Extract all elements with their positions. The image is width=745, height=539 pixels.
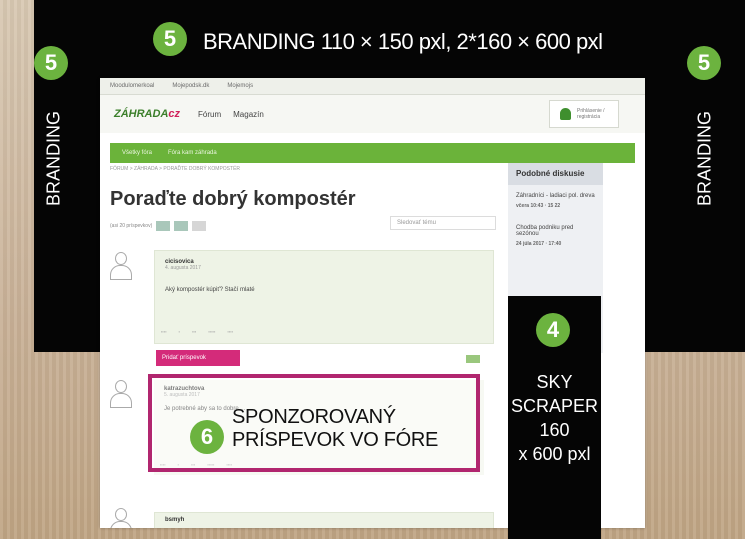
sky-line: x 600 pxl <box>518 444 591 464</box>
avatar <box>108 378 134 410</box>
sidebar-item-date: 24 júla 2017 · 17:40 <box>516 241 562 247</box>
nav-magazine[interactable]: Magazín <box>233 110 264 119</box>
user-login-label: Prihlásenie / registrácia <box>577 108 605 120</box>
post-text: Aký kompostér kúpiť? Stačí mlaté <box>165 287 255 293</box>
sponsor-line: SPONZOROVANÝ <box>232 406 396 428</box>
left-badge: 5 <box>34 46 68 80</box>
left-branding-label: BRANDING <box>43 111 64 207</box>
right-branding-label: BRANDING <box>694 111 715 207</box>
avatar <box>108 250 134 282</box>
sidebar-item-date: včera 10:43 · 15 22 <box>516 203 561 209</box>
site-nav: Fórum Magazín <box>198 110 264 119</box>
post-actions: ▪▪▪▪ ▪ ▪▪▪ ▪▪▪▪▪ ▪▪▪▪ <box>161 329 234 334</box>
sky-line: SKY <box>536 372 573 392</box>
view-toggle-icon[interactable] <box>466 355 480 363</box>
skyscraper-label: SKY SCRAPER 160 x 600 pxl <box>508 370 601 466</box>
right-badge: 5 <box>687 46 721 80</box>
breadcrumb[interactable]: FÓRUM > ZÁHRADA > PORAĎTE DOBRÝ KOMPOSTÉ… <box>110 166 240 172</box>
greenbar-link[interactable]: Fóra kam záhrada <box>168 150 217 156</box>
pager-label: (asi 20 príspevkov) <box>110 223 153 229</box>
page-title: Poraďte dobrý kompostér <box>110 188 356 210</box>
user-login-box[interactable]: Prihlásenie / registrácia <box>549 100 619 128</box>
sponsor-badge: 6 <box>190 420 224 454</box>
user-icon <box>560 108 572 120</box>
sidebar-item-text: Záhradníci - ladiaci pol. dreva <box>516 193 595 199</box>
forum-green-bar: Všetky fóra Fóra kam záhrada <box>110 143 635 163</box>
watch-topic-button[interactable]: Sledovať tému <box>390 216 496 230</box>
avatar <box>108 506 134 528</box>
sidebar-item-text: Chodba podniku pred sezónou <box>516 225 574 237</box>
forum-post: cicisovica 4. augusta 2017 Aký kompostér… <box>154 250 494 344</box>
forum-post: bsmyh <box>154 512 494 528</box>
pager: (asi 20 príspevkov) <box>110 221 207 231</box>
sky-line: 160 <box>539 420 570 440</box>
post-date: 4. augusta 2017 <box>165 265 201 271</box>
page-button[interactable] <box>192 221 207 231</box>
sponsor-line: PRÍSPEVOK VO FÓRE <box>232 429 439 451</box>
nav-forum[interactable]: Fórum <box>198 110 221 119</box>
top-badge: 5 <box>153 22 187 56</box>
add-post-button[interactable]: Pridať príspevok <box>156 350 240 366</box>
sky-badge: 4 <box>536 313 570 347</box>
sidebar-item[interactable]: Záhradníci - ladiaci pol. dreva včera 10… <box>508 185 603 217</box>
post-author[interactable]: bsmyh <box>165 517 483 523</box>
sidebar-item[interactable]: Chodba podniku pred sezónou 24 júla 2017… <box>508 217 603 255</box>
sidebar-title: Podobné diskusie <box>508 163 603 185</box>
site-logo[interactable]: ZÁHRADAcz <box>114 108 180 120</box>
topbar-link[interactable]: Mojepodsk.dk <box>172 83 209 89</box>
sponsored-post-label: SPONZOROVANÝ PRÍSPEVOK VO FÓRE <box>232 406 438 452</box>
topbar-link[interactable]: Moodulomerkoal <box>110 83 154 89</box>
page-button[interactable] <box>156 221 171 231</box>
greenbar-link[interactable]: Všetky fóra <box>122 150 152 156</box>
page-button[interactable] <box>174 221 189 231</box>
site-topbar: Moodulomerkoal Mojepodsk.dk Mojemojs <box>100 78 645 95</box>
top-branding-label: BRANDING 110 × 150 pxl, 2*160 × 600 pxl <box>203 29 603 54</box>
topbar-link[interactable]: Mojemojs <box>227 83 253 89</box>
sky-line: SCRAPER <box>510 396 599 416</box>
